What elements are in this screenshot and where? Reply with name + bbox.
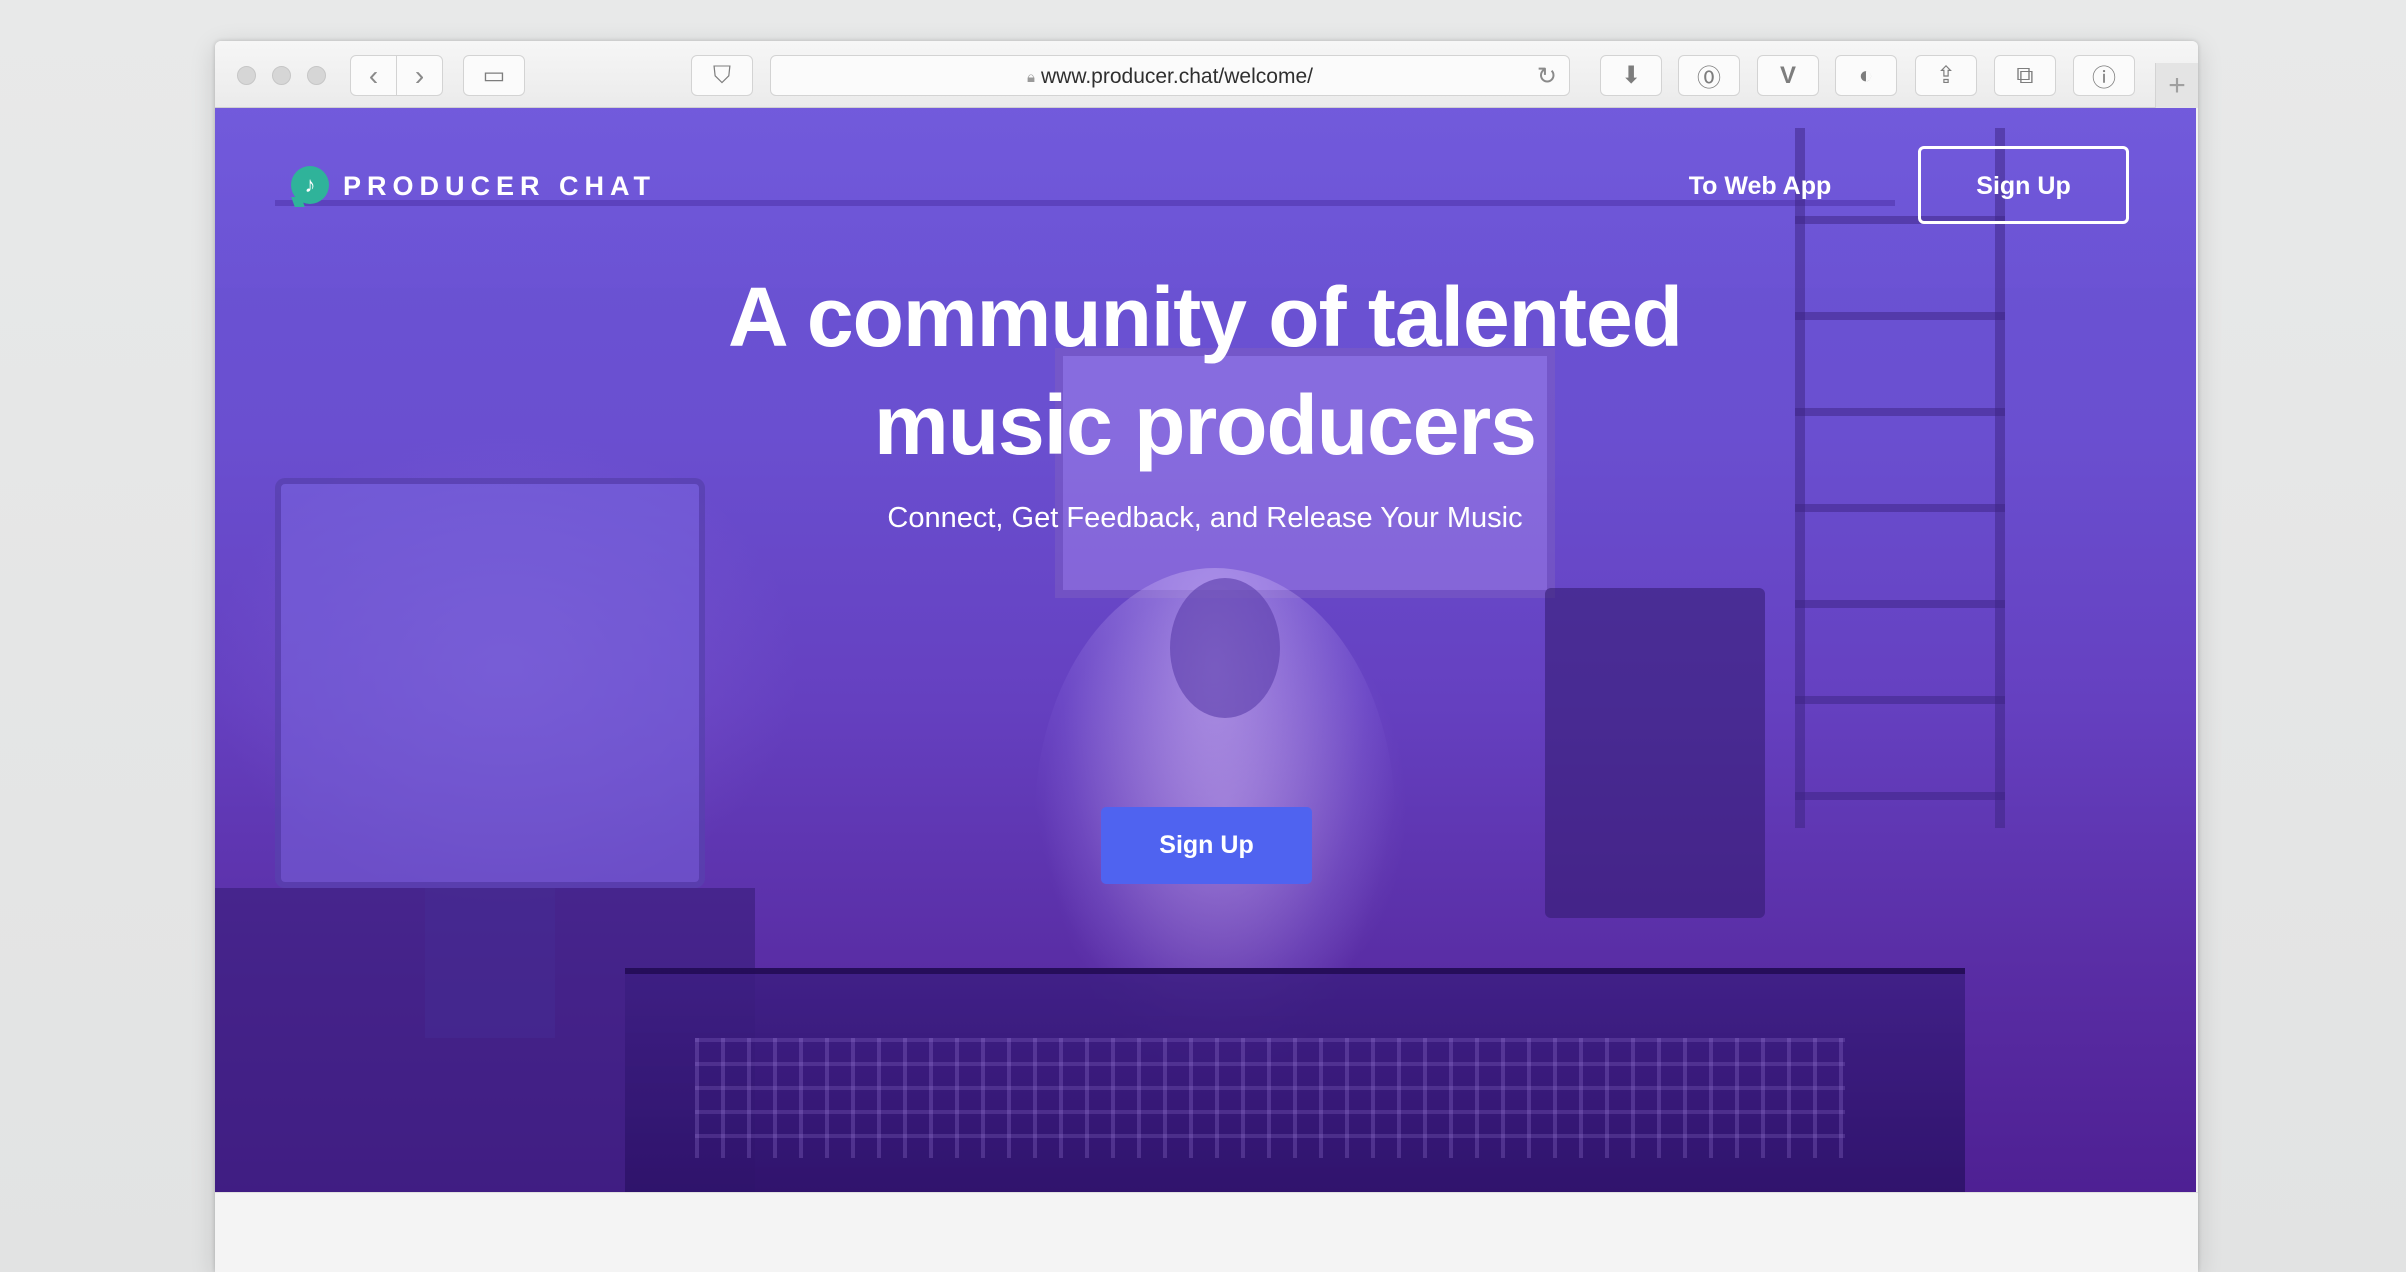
studio-photo-console-knobs <box>695 1038 1845 1158</box>
sidebar-icon[interactable]: ▭ <box>463 55 525 96</box>
studio-photo-speaker <box>1545 588 1765 918</box>
download-icon[interactable]: ⬇ <box>1600 55 1662 96</box>
back-icon[interactable]: ‹ <box>351 56 397 95</box>
new-tab-icon[interactable]: + <box>2155 63 2198 108</box>
minimize-window-button[interactable] <box>272 66 291 85</box>
brand-name[interactable]: PRODUCER CHAT <box>343 168 656 204</box>
zoom-window-button[interactable] <box>307 66 326 85</box>
pocket-icon[interactable]: ⛉ <box>691 55 753 96</box>
hero-signup-button[interactable]: Sign Up <box>1101 807 1312 884</box>
password-icon[interactable]: ⓪ <box>1678 55 1740 96</box>
tabs-icon[interactable]: ⧉ <box>1994 55 2056 96</box>
browser-window: ‹ › ▭ ⛉ 🔒︎ www.producer.chat/welcome/ ↻ ⬇… <box>215 41 2198 1272</box>
lock-icon: 🔒︎ <box>1027 69 1035 86</box>
header-signup-button[interactable]: Sign Up <box>1918 146 2129 224</box>
extension-icon[interactable]: ◐ <box>1835 55 1897 96</box>
to-web-app-link[interactable]: To Web App <box>1675 166 1845 206</box>
studio-photo-monitor <box>275 478 705 888</box>
hero-headline: A community of talented music producers <box>505 263 1905 479</box>
below-fold-section <box>215 1192 2198 1272</box>
address-bar[interactable]: 🔒︎ www.producer.chat/welcome/ ↻ <box>770 55 1570 96</box>
info-icon[interactable]: ⓘ <box>2073 55 2135 96</box>
hero-section: ♪ PRODUCER CHAT To Web App Sign Up A com… <box>215 108 2196 1192</box>
hero-subheadline: Connect, Get Feedback, and Release Your … <box>887 502 1523 534</box>
hero-headline-line-1: A community of talented <box>728 270 1683 364</box>
logo-icon[interactable]: ♪ <box>291 166 329 204</box>
studio-photo-producer-head <box>1170 578 1280 718</box>
close-window-button[interactable] <box>237 66 256 85</box>
history-navigation: ‹ › <box>350 55 443 96</box>
browser-toolbar: ‹ › ▭ ⛉ 🔒︎ www.producer.chat/welcome/ ↻ ⬇… <box>215 41 2198 108</box>
share-icon[interactable]: ⇪ <box>1915 55 1977 96</box>
reload-icon[interactable]: ↻ <box>1537 56 1557 97</box>
vimeo-icon[interactable]: V <box>1757 55 1819 96</box>
forward-icon[interactable]: › <box>397 56 442 95</box>
url-text: www.producer.chat/welcome/ <box>1041 65 1313 88</box>
hero-headline-line-2: music producers <box>874 378 1537 472</box>
